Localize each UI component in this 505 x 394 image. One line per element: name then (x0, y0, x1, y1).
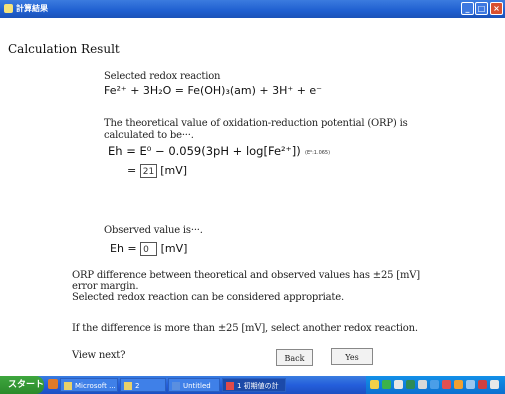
tray-icon[interactable] (394, 380, 403, 389)
tray-icon[interactable] (454, 380, 463, 389)
calculated-unit: [mV] (160, 164, 188, 177)
tray-icon[interactable] (442, 380, 451, 389)
theory-text-line2: calculated to be···. (104, 130, 194, 141)
tray-icon[interactable] (490, 380, 499, 389)
page-title: Calculation Result (8, 42, 120, 56)
observed-value-row: Eh = 0 [mV] (110, 242, 187, 256)
taskbar: スタート Microsoft ... 2 Window... Untitled … (0, 376, 505, 394)
minimize-icon[interactable]: _ (461, 2, 474, 15)
start-button[interactable]: スタート (0, 376, 44, 394)
taskbar-item-untitled[interactable]: Untitled (168, 378, 220, 392)
observed-value-field[interactable]: 0 (140, 242, 158, 256)
title-bar[interactable]: 計算結果 _ □ × (0, 0, 505, 18)
result-content: Calculation Result Selected redox reacti… (0, 18, 505, 376)
view-next-label: View next? (72, 350, 126, 361)
taskbar-app-icon (226, 382, 234, 390)
yes-button[interactable]: Yes (331, 348, 373, 365)
maximize-icon[interactable]: □ (475, 2, 488, 15)
margin-text-line2: error margin. (72, 281, 139, 292)
tray-icon[interactable] (418, 380, 427, 389)
e0-note: (E⁰:1.065) (305, 150, 331, 156)
quick-launch-icon[interactable] (48, 379, 58, 389)
taskbar-app-icon (124, 382, 132, 390)
taskbar-app-icon (64, 382, 72, 390)
window-title: 計算結果 (16, 4, 48, 13)
taskbar-item-active-window[interactable]: 1 初期値の計算... (222, 378, 286, 392)
difference-instruction: If the difference is more than ±25 [mV],… (72, 323, 418, 334)
tray-icon[interactable] (406, 380, 415, 389)
tray-icon[interactable] (382, 380, 391, 389)
tray-icon[interactable] (466, 380, 475, 389)
observed-prefix: Eh = (110, 242, 137, 255)
calculated-value-row: = 21 [mV] (127, 164, 187, 178)
observed-unit: [mV] (160, 242, 188, 255)
tray-icon[interactable] (370, 380, 379, 389)
back-button[interactable]: Back (276, 349, 313, 366)
observed-label: Observed value is···. (104, 225, 203, 236)
margin-text-line1: ORP difference between theoretical and o… (72, 270, 420, 281)
tray-icon[interactable] (430, 380, 439, 389)
eh-equation: Eh = E⁰ − 0.059(3pH + log[Fe²⁺]) (108, 144, 301, 158)
app-icon (4, 4, 13, 13)
selected-reaction-label: Selected redox reaction (104, 71, 221, 82)
equals-sign: = (127, 164, 137, 177)
reaction-formula: Fe²⁺ + 3H₂O = Fe(OH)₃(am) + 3H⁺ + e⁻ (104, 84, 322, 97)
close-icon[interactable]: × (490, 2, 503, 15)
margin-text-line3: Selected redox reaction can be considere… (72, 292, 344, 303)
tray-icon[interactable] (478, 380, 487, 389)
calculation-result-window: 計算結果 _ □ × Calculation Result Selected r… (0, 0, 505, 376)
calculated-value-field: 21 (139, 164, 157, 178)
taskbar-app-icon (172, 382, 180, 390)
theory-text-line1: The theoretical value of oxidation-reduc… (104, 118, 408, 129)
taskbar-item-windows[interactable]: 2 Window... (120, 378, 166, 392)
taskbar-item-microsoft[interactable]: Microsoft ... (60, 378, 118, 392)
system-tray (366, 376, 505, 394)
